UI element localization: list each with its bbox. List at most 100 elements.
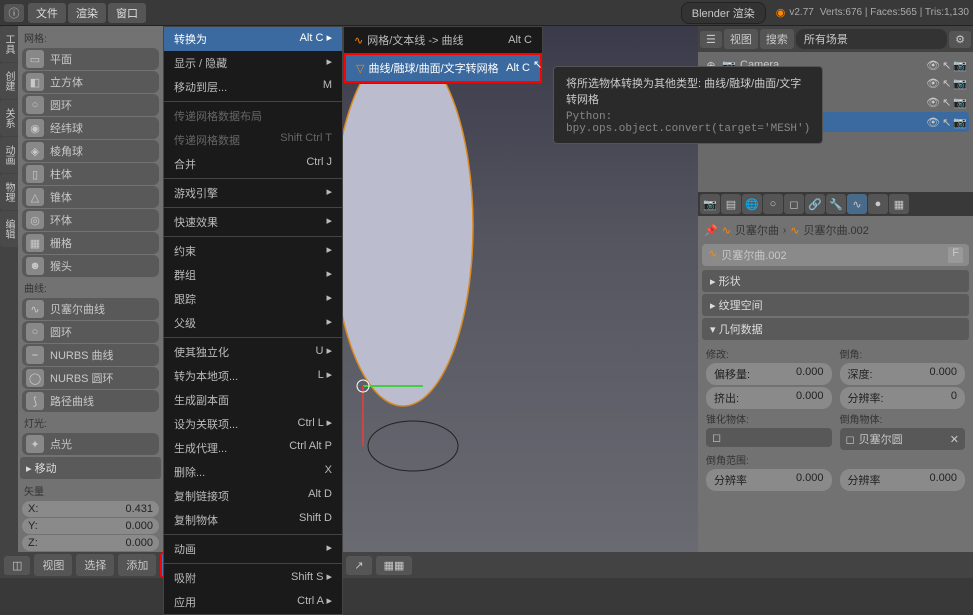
tab-tools[interactable]: 工具 [0,26,18,62]
submenu-item[interactable]: ∿网格/文本线 -> 曲线Alt C [344,27,542,53]
render-engine-select[interactable]: Blender 渲染 [681,2,766,24]
add-uvsphere[interactable]: ◉经纬球 [22,117,159,139]
render-icon[interactable]: 📷 [953,59,967,72]
operator-panel-header[interactable]: ▸ 移动 [20,457,161,479]
add-cylinder[interactable]: ▯柱体 [22,163,159,185]
tab-relations[interactable]: 关系 [0,100,18,136]
add-circle[interactable]: ○圆环 [22,94,159,116]
menu-window[interactable]: 窗口 [108,3,146,23]
menu-item[interactable]: 群组▸ [164,263,342,287]
menu-item[interactable]: 父级▸ [164,311,342,335]
menu-item[interactable]: 设为关联项...Ctrl L ▸ [164,412,342,436]
menu-item[interactable]: 删除...X [164,460,342,484]
eye-icon[interactable]: 👁 [926,116,940,129]
eye-icon[interactable]: 👁 [926,96,940,109]
menu-item[interactable]: 转为本地项...L ▸ [164,364,342,388]
menu-item[interactable]: 约束▸ [164,239,342,263]
menu-item[interactable]: 游戏引擎▸ [164,181,342,205]
menu-item[interactable]: 生成副本面 [164,388,342,412]
menu-item[interactable]: 复制物体Shift D [164,508,342,532]
scene-select[interactable]: 所有场景 [796,29,947,49]
tab-texture-icon[interactable]: ▦ [889,194,909,214]
menu-item[interactable]: 使其独立化U ▸ [164,340,342,364]
resolution-field[interactable]: 分辨率:0 [840,387,966,409]
close-icon[interactable]: ✕ [950,433,959,446]
tab-objectdata-icon[interactable]: ∿ [847,194,867,214]
add-grid[interactable]: ▦栅格 [22,232,159,254]
depth-field[interactable]: 深度:0.000 [840,363,966,385]
menu-select[interactable]: 选择 [76,554,114,576]
menu-item[interactable]: 生成代理...Ctrl Alt P [164,436,342,460]
add-pointlight[interactable]: ✦点光 [22,433,159,455]
menu-item[interactable]: 应用Ctrl A ▸ [164,590,342,614]
taper-object-select[interactable]: ◻ [706,428,832,447]
filter-icon[interactable]: ⚙ [949,31,971,48]
add-bezier[interactable]: ∿贝塞尔曲线 [22,298,159,320]
cursor-icon[interactable]: ↖ [942,96,951,109]
menu-item[interactable]: 转换为Alt C ▸ [164,27,342,51]
add-cube[interactable]: ◧立方体 [22,71,159,93]
tab-scene-icon[interactable]: 🌐 [742,194,762,214]
bevel-object-select[interactable]: ◻贝塞尔圆✕ [840,428,966,450]
menu-item[interactable]: 合并Ctrl J [164,152,342,176]
tab-layers-icon[interactable]: ▤ [721,194,741,214]
tab-create[interactable]: 创建 [0,63,18,99]
add-bezcircle[interactable]: ○圆环 [22,321,159,343]
y-field[interactable]: Y:0.000 [22,518,159,534]
submenu-item[interactable]: ▽曲线/融球/曲面/文字转网格Alt C [344,53,542,83]
add-path[interactable]: ⟆路径曲线 [22,390,159,412]
menu-file[interactable]: 文件 [28,3,66,23]
add-nurbs[interactable]: ⎯NURBS 曲线 [22,344,159,366]
menu-item[interactable]: 吸附Shift S ▸ [164,566,342,590]
res-start-field[interactable]: 分辨率0.000 [706,469,832,491]
fake-user-button[interactable]: F [948,247,963,263]
tab-world-icon[interactable]: ○ [763,194,783,214]
menu-item[interactable]: 动画▸ [164,537,342,561]
cursor-icon[interactable]: ↖ [942,59,951,72]
pin-icon[interactable]: 📌 [704,224,718,237]
panel-geometry[interactable]: 几何数据 [702,318,969,340]
cursor-icon[interactable]: ↖ [942,77,951,90]
tab-constraint-icon[interactable]: 🔗 [805,194,825,214]
add-monkey[interactable]: ☻猴头 [22,255,159,277]
layers-icon[interactable]: ▦▦ [376,556,413,575]
menu-item[interactable]: 显示 / 隐藏▸ [164,51,342,75]
add-icosphere[interactable]: ◈棱角球 [22,140,159,162]
z-field[interactable]: Z:0.000 [22,535,159,551]
menu-item[interactable]: 快速效果▸ [164,210,342,234]
cursor-icon[interactable]: ↖ [942,116,951,129]
eye-icon[interactable]: 👁 [926,77,940,90]
3d-viewport[interactable]: 转换为Alt C ▸显示 / 隐藏▸移动到层...M传递网格数据布局传递网格数据… [163,26,698,552]
datablock-name-field[interactable]: ∿ 贝塞尔曲.002 F [702,244,969,266]
manipulator-icon[interactable]: ↗ [346,556,371,575]
add-plane[interactable]: ▭平面 [22,48,159,70]
menu-add[interactable]: 添加 [118,554,156,576]
panel-shape[interactable]: 形状 [702,270,969,292]
outliner-icon[interactable]: ☰ [700,31,722,48]
render-icon[interactable]: 📷 [953,116,967,129]
extrude-field[interactable]: 挤出:0.000 [706,387,832,409]
tab-object-icon[interactable]: ◻ [784,194,804,214]
render-icon[interactable]: 📷 [953,96,967,109]
outliner-view[interactable]: 视图 [724,29,758,49]
add-nurbscircle[interactable]: ◯NURBS 圆环 [22,367,159,389]
menu-item[interactable]: 跟踪▸ [164,287,342,311]
x-field[interactable]: X:0.431 [22,501,159,517]
add-torus[interactable]: ◎环体 [22,209,159,231]
eye-icon[interactable]: 👁 [926,59,940,72]
outliner-search[interactable]: 搜索 [760,29,794,49]
tab-modifier-icon[interactable]: 🔧 [826,194,846,214]
tab-material-icon[interactable]: ● [868,194,888,214]
panel-texspace[interactable]: 纹理空间 [702,294,969,316]
tab-render-icon[interactable]: 📷 [700,194,720,214]
editor-type-icon[interactable]: ◫ [4,556,30,575]
info-icon[interactable]: ⓘ [4,4,24,22]
offset-field[interactable]: 偏移量:0.000 [706,363,832,385]
menu-render[interactable]: 渲染 [68,3,106,23]
res-end-field[interactable]: 分辨率0.000 [840,469,966,491]
tab-edit[interactable]: 编辑 [0,211,18,247]
render-icon[interactable]: 📷 [953,77,967,90]
tab-anim[interactable]: 动画 [0,137,18,173]
menu-item[interactable]: 移动到层...M [164,75,342,99]
tab-physics[interactable]: 物理 [0,174,18,210]
